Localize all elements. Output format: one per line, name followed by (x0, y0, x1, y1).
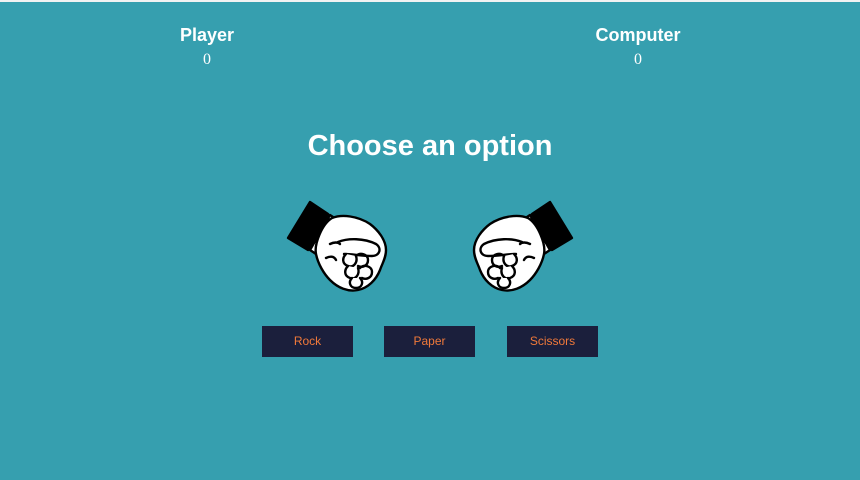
rock-button[interactable]: Rock (262, 326, 353, 357)
player-score-panel: Player 0 (127, 24, 287, 70)
computer-fist-icon (472, 200, 574, 292)
player-score: 0 (203, 51, 211, 68)
player-fist-icon (286, 200, 388, 292)
scissors-button[interactable]: Scissors (507, 326, 598, 357)
player-label: Player (179, 25, 235, 45)
computer-score: 0 (634, 51, 642, 68)
choose-option-heading: Choose an option (307, 130, 553, 162)
computer-score-panel: Computer 0 (558, 24, 718, 70)
computer-label: Computer (595, 25, 681, 45)
paper-button[interactable]: Paper (384, 326, 475, 357)
